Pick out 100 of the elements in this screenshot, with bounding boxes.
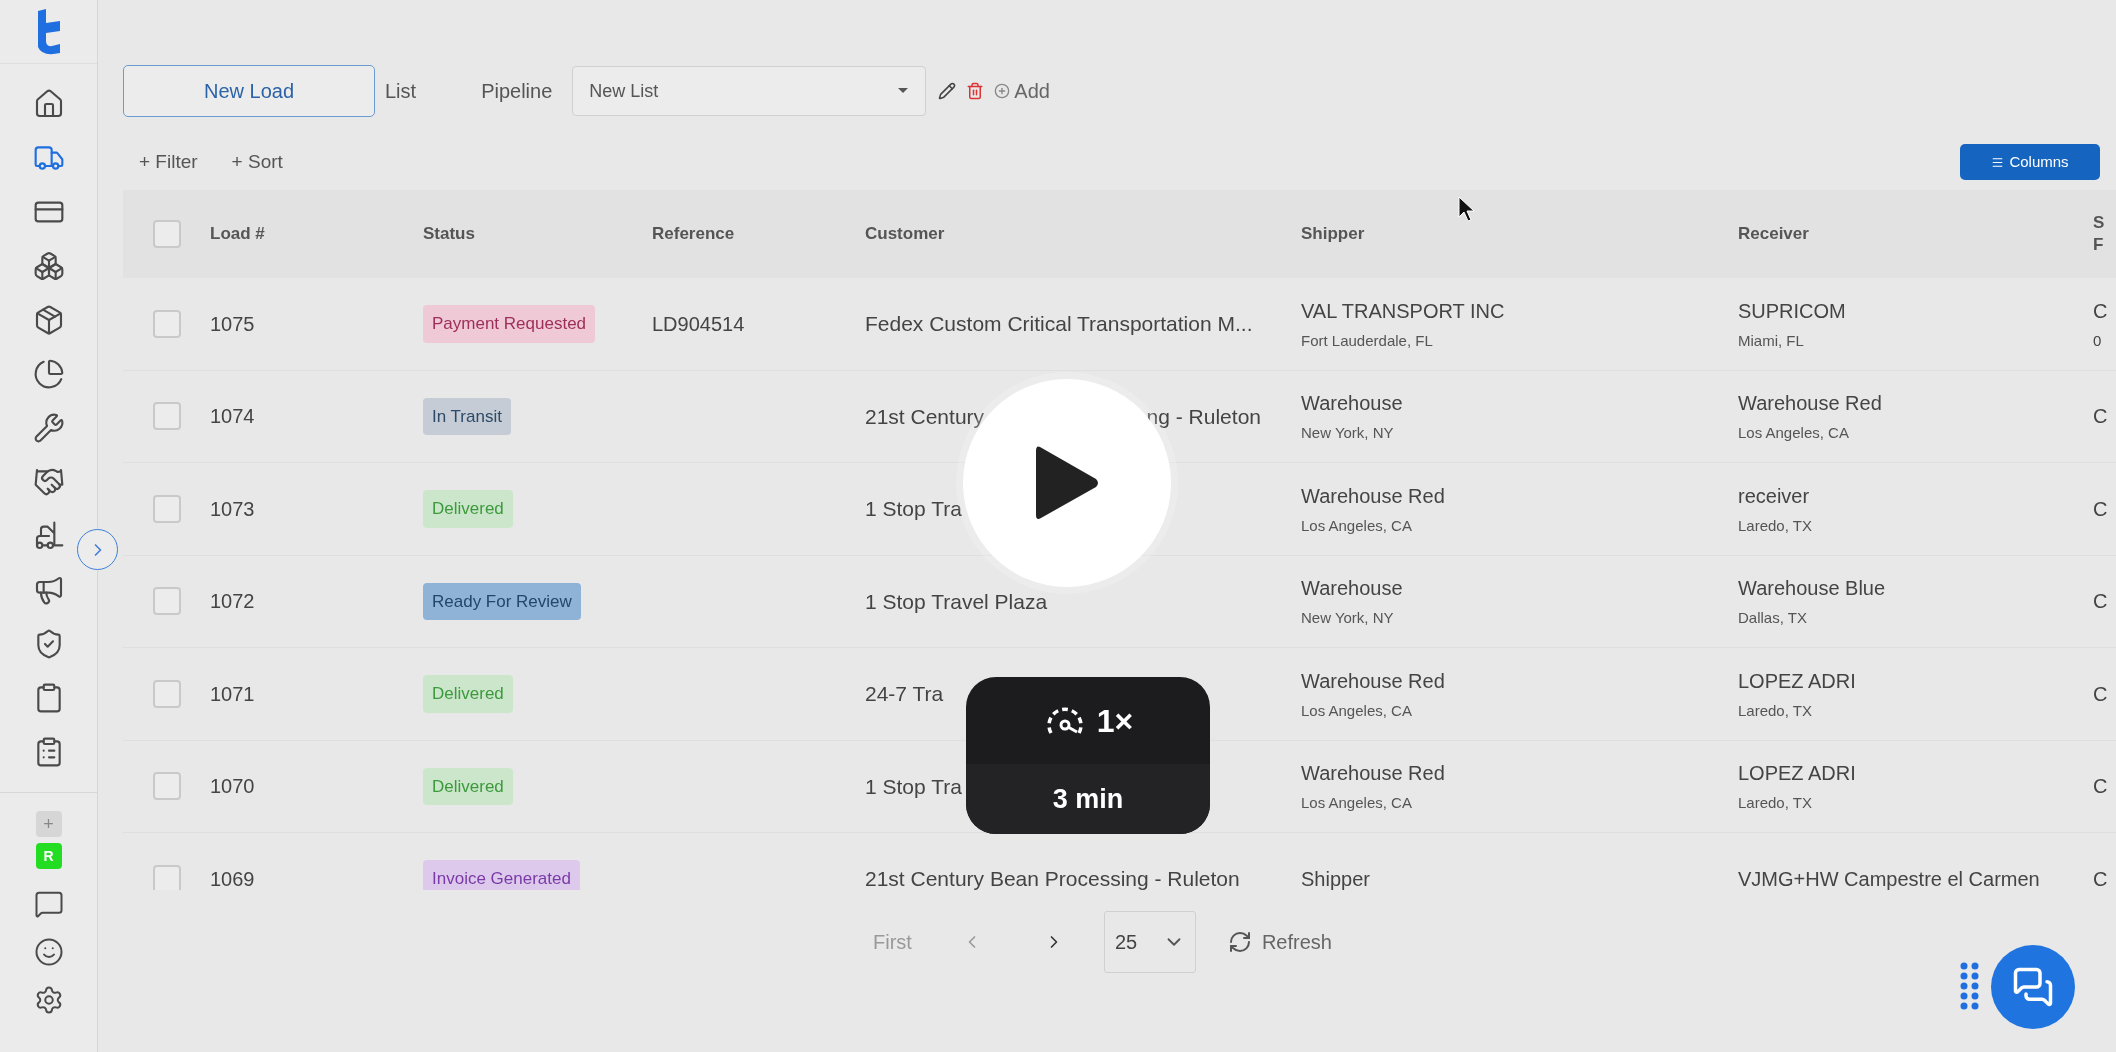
location-text: Los Angeles, CA (1738, 423, 1850, 443)
receiver-name: LOPEZ ADRI (1738, 761, 1857, 786)
location-text: New York, NY (1301, 423, 1395, 443)
reference-number: LD904514 (652, 312, 745, 335)
location-text: Fort Lauderdale, FL (1301, 330, 1434, 351)
playback-speed[interactable]: 1× (1096, 696, 1134, 745)
shipper-name: Warehouse (1301, 391, 1404, 416)
location-text: Dallas, TX (1738, 608, 1808, 628)
add-button[interactable]: Add (994, 76, 1050, 106)
video-duration: 3 min (1052, 782, 1124, 816)
shipper-name: Shipper (1301, 866, 1371, 890)
location-text: Los Angeles, CA (1301, 515, 1413, 536)
load-number: 1073 (210, 497, 255, 520)
columns-button[interactable]: Columns (1960, 144, 2100, 180)
list-select[interactable]: New List (572, 66, 927, 116)
customer-name: 21st Century (865, 403, 985, 430)
customer-name: 21st Century Bean Processing - Ruleton (865, 866, 1240, 890)
receiver-name: Warehouse Blue (1738, 576, 1887, 601)
load-number: 1071 (210, 682, 255, 705)
row-checkbox[interactable] (152, 309, 181, 338)
shipper-name: Warehouse (1301, 576, 1404, 601)
customer-name: 1 Stop Tra (865, 496, 962, 522)
row-checkbox[interactable] (152, 587, 181, 616)
page-size-select[interactable]: 25 (1103, 911, 1196, 973)
collapse-button[interactable] (77, 529, 118, 570)
sort-button[interactable]: + Sort (231, 147, 283, 177)
load-number: 1074 (210, 405, 255, 428)
status-badge: Ready For Review (423, 582, 581, 620)
location-text: Miami, FL (1738, 330, 1805, 351)
customer-name: 1 Stop Travel Plaza (865, 588, 1048, 615)
status-badge: Delivered (423, 675, 513, 713)
table-cell-text: C (2093, 589, 2108, 615)
customer-name: 24-7 Tra (865, 681, 944, 707)
shipper-name: Warehouse Red (1301, 668, 1446, 694)
column-header: Shipper (1301, 224, 1365, 244)
refresh-icon (1227, 930, 1252, 954)
table-cell-text: C (2093, 404, 2108, 430)
status-badge: In Transit (423, 397, 511, 435)
edit-icon[interactable] (938, 82, 957, 100)
status-badge: Invoice Generated (423, 860, 580, 890)
status-badge: Payment Requested (423, 305, 596, 343)
shipper-name: VAL TRANSPORT INC (1301, 298, 1506, 324)
location-text: Laredo, TX (1738, 515, 1813, 536)
location-text: New York, NY (1301, 608, 1395, 628)
receiver-name: Warehouse Red (1738, 391, 1883, 416)
menu-icon (1991, 155, 2005, 169)
filter-button[interactable]: + Filter (139, 147, 198, 177)
location-text: Laredo, TX (1738, 793, 1813, 813)
plus-circle-icon (994, 83, 1011, 99)
wrench-icon[interactable] (32, 412, 65, 444)
delete-icon[interactable] (966, 82, 985, 100)
customer-name: 1 Stop Tra (865, 773, 962, 800)
column-header: Status (423, 224, 475, 244)
cursor-icon (1458, 196, 1476, 222)
shipper-name: Warehouse Red (1301, 483, 1446, 509)
receiver-name: LOPEZ ADRI (1738, 668, 1857, 694)
row-checkbox[interactable] (152, 679, 181, 708)
location-text: Los Angeles, CA (1301, 793, 1413, 813)
refresh-button[interactable]: Refresh (1227, 927, 1332, 957)
load-number: 1075 (210, 312, 255, 335)
smiley-icon[interactable] (33, 937, 64, 967)
table-cell-text: C (2093, 866, 2108, 890)
dropdown-caret-icon (897, 87, 910, 95)
load-number: 1072 (210, 590, 255, 613)
new-load-button[interactable]: New Load (123, 65, 375, 117)
table-cell-text: C (2093, 298, 2108, 324)
row-checkbox[interactable] (152, 494, 181, 523)
column-header: Reference (652, 224, 735, 244)
row-checkbox[interactable] (152, 772, 181, 801)
location-text: Laredo, TX (1738, 700, 1813, 721)
customer-name: Fedex Custom Critical Transportation M... (865, 311, 1253, 337)
shipper-name: Warehouse Red (1301, 761, 1446, 786)
view-tab[interactable]: List (385, 76, 417, 106)
table-cell-text: 0 (2093, 330, 2103, 351)
status-badge: Delivered (423, 490, 513, 528)
column-header: S (2093, 212, 2105, 234)
boxes-icon[interactable] (32, 250, 65, 282)
table-cell-text: C (2093, 774, 2108, 800)
location-text: Los Angeles, CA (1301, 700, 1413, 721)
table-cell-text: C (2093, 681, 2108, 707)
receiver-name: VJMG+HW Campestre el Carmen (1738, 866, 2041, 890)
view-tab[interactable]: Pipeline (481, 76, 553, 106)
load-number: 1070 (210, 775, 255, 798)
column-header: F (2093, 234, 2105, 256)
status-badge: Delivered (423, 767, 513, 805)
chat-bubbles-icon (2012, 966, 2054, 1008)
column-header: Receiver (1738, 224, 1809, 244)
column-header: Load # (210, 224, 265, 244)
chat-icon[interactable] (33, 889, 64, 919)
row-checkbox[interactable] (152, 220, 181, 248)
row-checkbox[interactable] (152, 864, 181, 890)
receiver-name: receiver (1738, 483, 1811, 509)
row-checkbox[interactable] (152, 402, 181, 431)
table-cell-text: C (2093, 496, 2108, 522)
column-header: Customer (865, 224, 945, 244)
drag-handle-icon[interactable] (1960, 962, 1980, 1010)
load-number: 1069 (210, 867, 255, 890)
handshake-icon[interactable] (32, 466, 65, 498)
pie-chart-icon[interactable] (32, 358, 65, 390)
receiver-name: SUPRICOM (1738, 298, 1847, 324)
